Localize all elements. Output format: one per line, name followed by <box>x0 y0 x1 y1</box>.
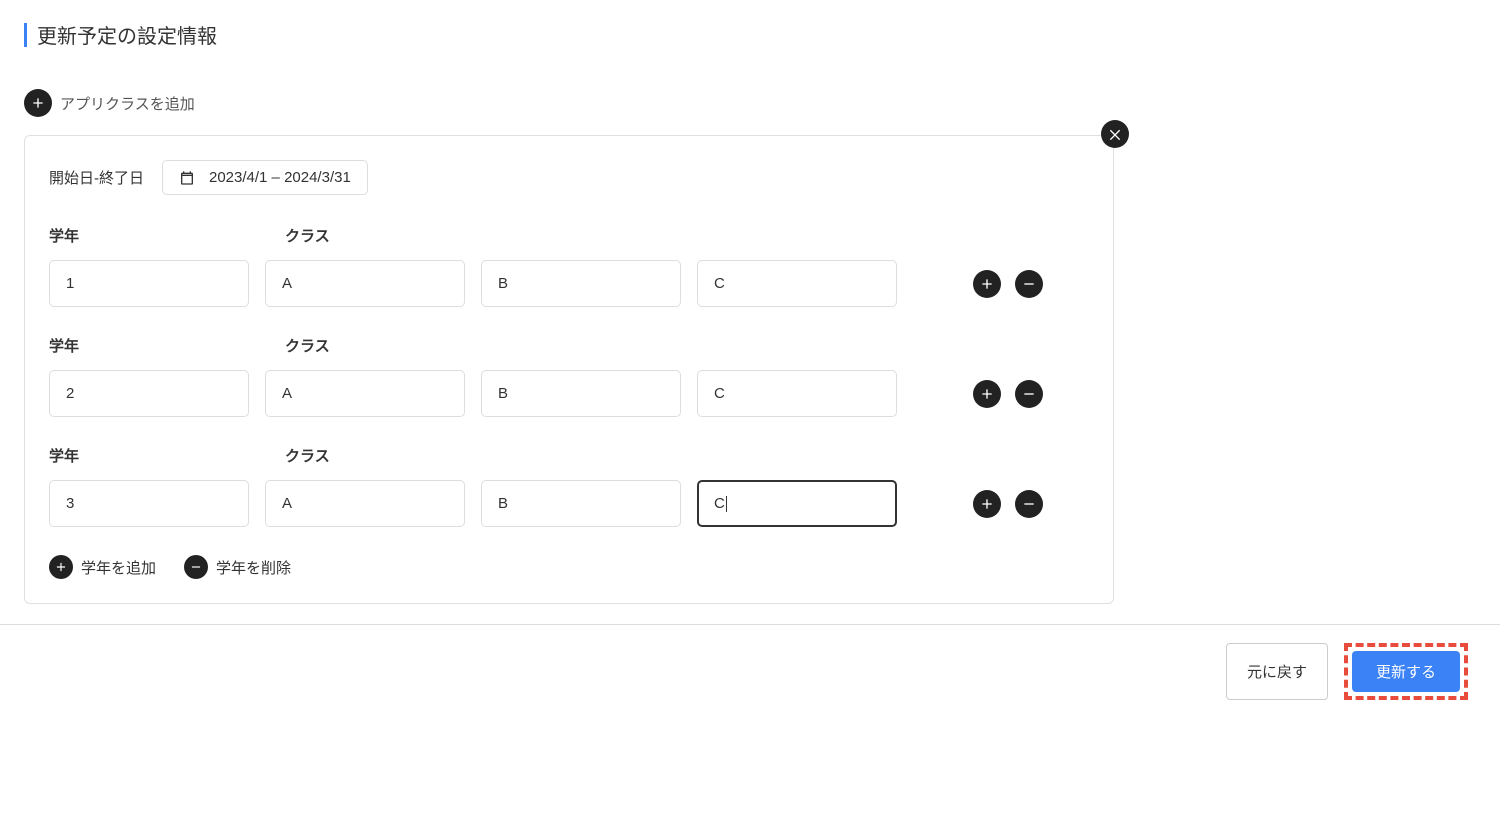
class-column-label: クラス <box>285 445 330 466</box>
grade-input-row: 3ABC <box>49 480 1089 527</box>
settings-card: 開始日-終了日 2023/4/1 – 2024/3/31 学年クラス1ABC学年… <box>24 135 1114 604</box>
row-actions <box>973 270 1043 298</box>
grade-section: 学年 クラス 2ABC <box>49 335 1089 417</box>
class-column-label: クラス <box>285 225 330 246</box>
add-grade-button[interactable]: 学年を追加 <box>49 555 156 579</box>
class-input[interactable]: C <box>697 480 897 527</box>
grade-section: 学年 クラス 1ABC <box>49 225 1089 307</box>
close-icon <box>1101 120 1129 148</box>
remove-class-button[interactable] <box>1015 270 1043 298</box>
minus-icon <box>184 555 208 579</box>
remove-class-button[interactable] <box>1015 380 1043 408</box>
class-input[interactable]: A <box>265 260 465 307</box>
grade-input[interactable]: 3 <box>49 480 249 527</box>
grade-column-label: 学年 <box>49 445 249 466</box>
grade-input-row: 1ABC <box>49 260 1089 307</box>
date-range-label: 開始日-終了日 <box>49 167 144 188</box>
section-header-bar <box>24 23 27 47</box>
grade-column-label: 学年 <box>49 335 249 356</box>
section-title: 更新予定の設定情報 <box>37 20 217 49</box>
class-input[interactable]: B <box>481 260 681 307</box>
row-actions <box>973 490 1043 518</box>
add-class-button[interactable] <box>973 270 1001 298</box>
class-input[interactable]: A <box>265 480 465 527</box>
grade-header-row: 学年 クラス <box>49 335 1089 356</box>
plus-icon <box>24 89 52 117</box>
add-class-button[interactable] <box>973 380 1001 408</box>
plus-icon <box>49 555 73 579</box>
close-card-button[interactable] <box>1101 120 1129 148</box>
grade-input[interactable]: 1 <box>49 260 249 307</box>
remove-class-button[interactable] <box>1015 490 1043 518</box>
class-column-label: クラス <box>285 335 330 356</box>
grade-input[interactable]: 2 <box>49 370 249 417</box>
revert-button[interactable]: 元に戻す <box>1226 643 1328 700</box>
add-app-class-label: アプリクラスを追加 <box>60 93 195 114</box>
add-class-button[interactable] <box>973 490 1001 518</box>
grade-section: 学年 クラス 3ABC <box>49 445 1089 527</box>
class-input[interactable]: C <box>697 370 897 417</box>
grade-input-row: 2ABC <box>49 370 1089 417</box>
update-button-highlight: 更新する <box>1344 643 1468 700</box>
date-range-picker[interactable]: 2023/4/1 – 2024/3/31 <box>162 160 368 195</box>
text-cursor <box>726 496 727 512</box>
date-range-value: 2023/4/1 – 2024/3/31 <box>209 169 351 186</box>
class-input[interactable]: B <box>481 370 681 417</box>
grade-header-row: 学年 クラス <box>49 225 1089 246</box>
row-actions <box>973 380 1043 408</box>
class-input[interactable]: B <box>481 480 681 527</box>
date-range-row: 開始日-終了日 2023/4/1 – 2024/3/31 <box>49 160 1089 195</box>
class-input[interactable]: C <box>697 260 897 307</box>
delete-grade-button[interactable]: 学年を削除 <box>184 555 291 579</box>
bottom-actions: 学年を追加 学年を削除 <box>49 555 1089 579</box>
delete-grade-label: 学年を削除 <box>216 557 291 578</box>
class-input[interactable]: A <box>265 370 465 417</box>
update-button[interactable]: 更新する <box>1352 651 1460 692</box>
section-header: 更新予定の設定情報 <box>24 20 1476 49</box>
add-grade-label: 学年を追加 <box>81 557 156 578</box>
grade-header-row: 学年 クラス <box>49 445 1089 466</box>
add-app-class-button[interactable]: アプリクラスを追加 <box>24 89 1476 117</box>
footer: 元に戻す 更新する <box>0 625 1500 718</box>
grade-column-label: 学年 <box>49 225 249 246</box>
calendar-icon <box>179 170 195 186</box>
